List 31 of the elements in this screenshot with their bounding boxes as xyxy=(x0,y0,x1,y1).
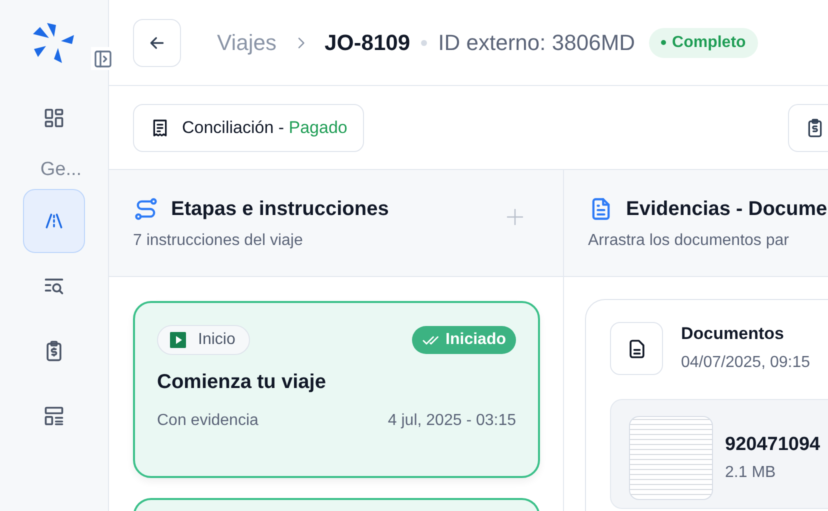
stage-card[interactable]: Inicio Iniciado Comienza tu viaje Con evidencia 4 jul, 2025 - 03:15 xyxy=(133,301,540,478)
panel-title: Etapas e instrucciones xyxy=(171,198,389,220)
back-button[interactable] xyxy=(133,18,181,66)
sidebar-panel-icon xyxy=(92,48,112,68)
stage-date: 4 jul, 2025 - 03:15 xyxy=(388,412,516,430)
stage-tag: Inicio xyxy=(157,325,250,355)
logo-icon xyxy=(32,21,76,65)
status-badge: Completo xyxy=(649,28,758,58)
play-icon xyxy=(170,332,186,348)
file-name: 920471094 xyxy=(725,434,820,456)
group-date: 04/07/2025, 09:15 xyxy=(681,354,810,372)
group-title: Documentos xyxy=(681,324,785,344)
section-label: Ge... xyxy=(40,159,82,181)
file-item[interactable]: 920471094 2.1 MB xyxy=(610,399,828,509)
stage-title: Comienza tu viaje xyxy=(157,371,327,394)
file-size: 2.1 MB xyxy=(725,464,777,482)
double-check-icon xyxy=(422,333,440,347)
reconciliation-button[interactable]: Conciliación - Pagado xyxy=(133,104,364,152)
layout-icon xyxy=(43,405,65,427)
panel-title: Evidencias - Docume xyxy=(626,198,828,220)
trip-title: JO-8109 xyxy=(324,30,410,56)
sidebar-toggle-button[interactable] xyxy=(91,47,114,70)
billing-button[interactable] xyxy=(788,104,828,152)
external-id: ID externo: 3806MD xyxy=(438,30,636,56)
panel-subtitle: Arrastra los documentos par xyxy=(588,232,790,250)
dashboard-icon xyxy=(43,107,65,129)
plus-icon xyxy=(505,206,525,226)
evidence-label: Con evidencia xyxy=(157,412,258,430)
route-icon xyxy=(133,196,159,222)
panel-subtitle: 7 instrucciones del viaje xyxy=(133,232,304,250)
status-badge: Iniciado xyxy=(412,326,516,354)
